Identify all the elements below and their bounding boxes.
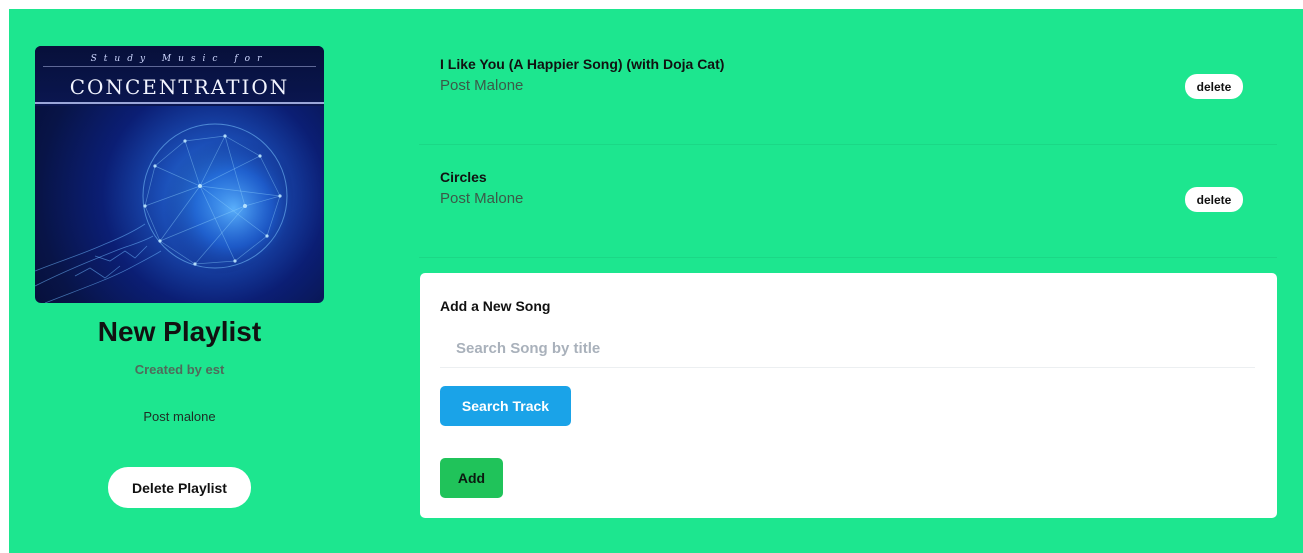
search-song-input[interactable] — [440, 330, 1255, 368]
cover-script-text: Study Music for — [90, 54, 269, 64]
song-item: Circles Post Malone delete — [419, 144, 1277, 258]
playlist-description: Post malone — [143, 409, 216, 424]
song-artist: Post Malone — [440, 77, 524, 94]
song-artist: Post Malone — [440, 190, 524, 207]
delete-playlist-button[interactable]: Delete Playlist — [108, 467, 251, 508]
cover-rule — [35, 102, 324, 104]
song-title: Circles — [440, 169, 487, 185]
add-song-heading: Add a New Song — [440, 298, 551, 314]
playlist-creator: Created by est — [134, 362, 225, 377]
add-song-button[interactable]: Add — [440, 458, 503, 498]
song-item: I Like You (A Happier Song) (with Doja C… — [419, 31, 1277, 145]
add-song-card: Add a New Song Search Track Add — [420, 273, 1277, 518]
song-title: I Like You (A Happier Song) (with Doja C… — [440, 56, 725, 72]
search-track-button[interactable]: Search Track — [440, 386, 571, 426]
delete-song-button[interactable]: delete — [1185, 187, 1243, 212]
playlist-title: New Playlist — [97, 316, 262, 347]
playlist-page: Study Music for CONCENTRATION New Playli… — [9, 9, 1303, 553]
cover-title-text: CONCENTRATION — [69, 75, 290, 99]
playlist-cover-image: Study Music for CONCENTRATION — [35, 46, 324, 303]
delete-song-button[interactable]: delete — [1185, 74, 1243, 99]
cover-divider — [43, 66, 316, 67]
